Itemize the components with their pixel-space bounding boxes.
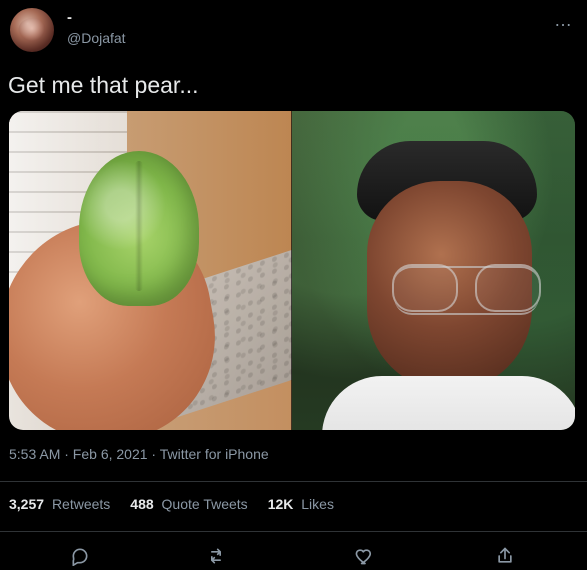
more-icon[interactable]: … bbox=[554, 10, 573, 31]
likes-label: Likes bbox=[301, 496, 334, 512]
reply-icon bbox=[72, 548, 88, 566]
glasses bbox=[392, 264, 541, 315]
display-name: - bbox=[67, 9, 72, 26]
retweets-label: Retweets bbox=[51, 496, 111, 512]
tweet-stats: 3,257 Retweets 488 Quote Tweets 12K Like… bbox=[9, 496, 334, 512]
share-icon bbox=[498, 547, 512, 563]
retweet-button[interactable] bbox=[203, 543, 229, 569]
retweets-count: 3,257 bbox=[9, 496, 45, 512]
quote-tweets-stat[interactable]: 488 Quote Tweets bbox=[130, 496, 247, 512]
pear bbox=[79, 151, 199, 306]
tweet-text: Get me that pear... bbox=[8, 72, 199, 98]
heart-icon bbox=[355, 549, 372, 565]
person bbox=[322, 141, 575, 430]
likes-count: 12K bbox=[267, 496, 294, 512]
tweet-media[interactable] bbox=[9, 111, 575, 430]
avatar[interactable] bbox=[10, 8, 54, 52]
quote-tweets-label: Quote Tweets bbox=[161, 496, 248, 512]
likes-stat[interactable]: 12K Likes bbox=[268, 496, 334, 512]
share-button[interactable] bbox=[492, 543, 518, 569]
quote-tweets-count: 488 bbox=[130, 496, 154, 512]
stats-divider-top bbox=[0, 481, 587, 482]
actions-divider bbox=[0, 531, 587, 532]
tweet-metadata: 5:53 AM · Feb 6, 2021 · Twitter for iPho… bbox=[9, 446, 269, 462]
shirt bbox=[322, 376, 575, 430]
reply-button[interactable] bbox=[67, 543, 93, 569]
retweet-icon bbox=[211, 548, 221, 564]
media-left-pear[interactable] bbox=[9, 111, 292, 430]
user-handle[interactable]: @Dojafat bbox=[67, 30, 126, 46]
media-right-reaction[interactable] bbox=[292, 111, 575, 430]
retweets-stat[interactable]: 3,257 Retweets bbox=[9, 496, 110, 512]
tweet-actions bbox=[0, 537, 587, 570]
like-button[interactable] bbox=[352, 543, 378, 569]
